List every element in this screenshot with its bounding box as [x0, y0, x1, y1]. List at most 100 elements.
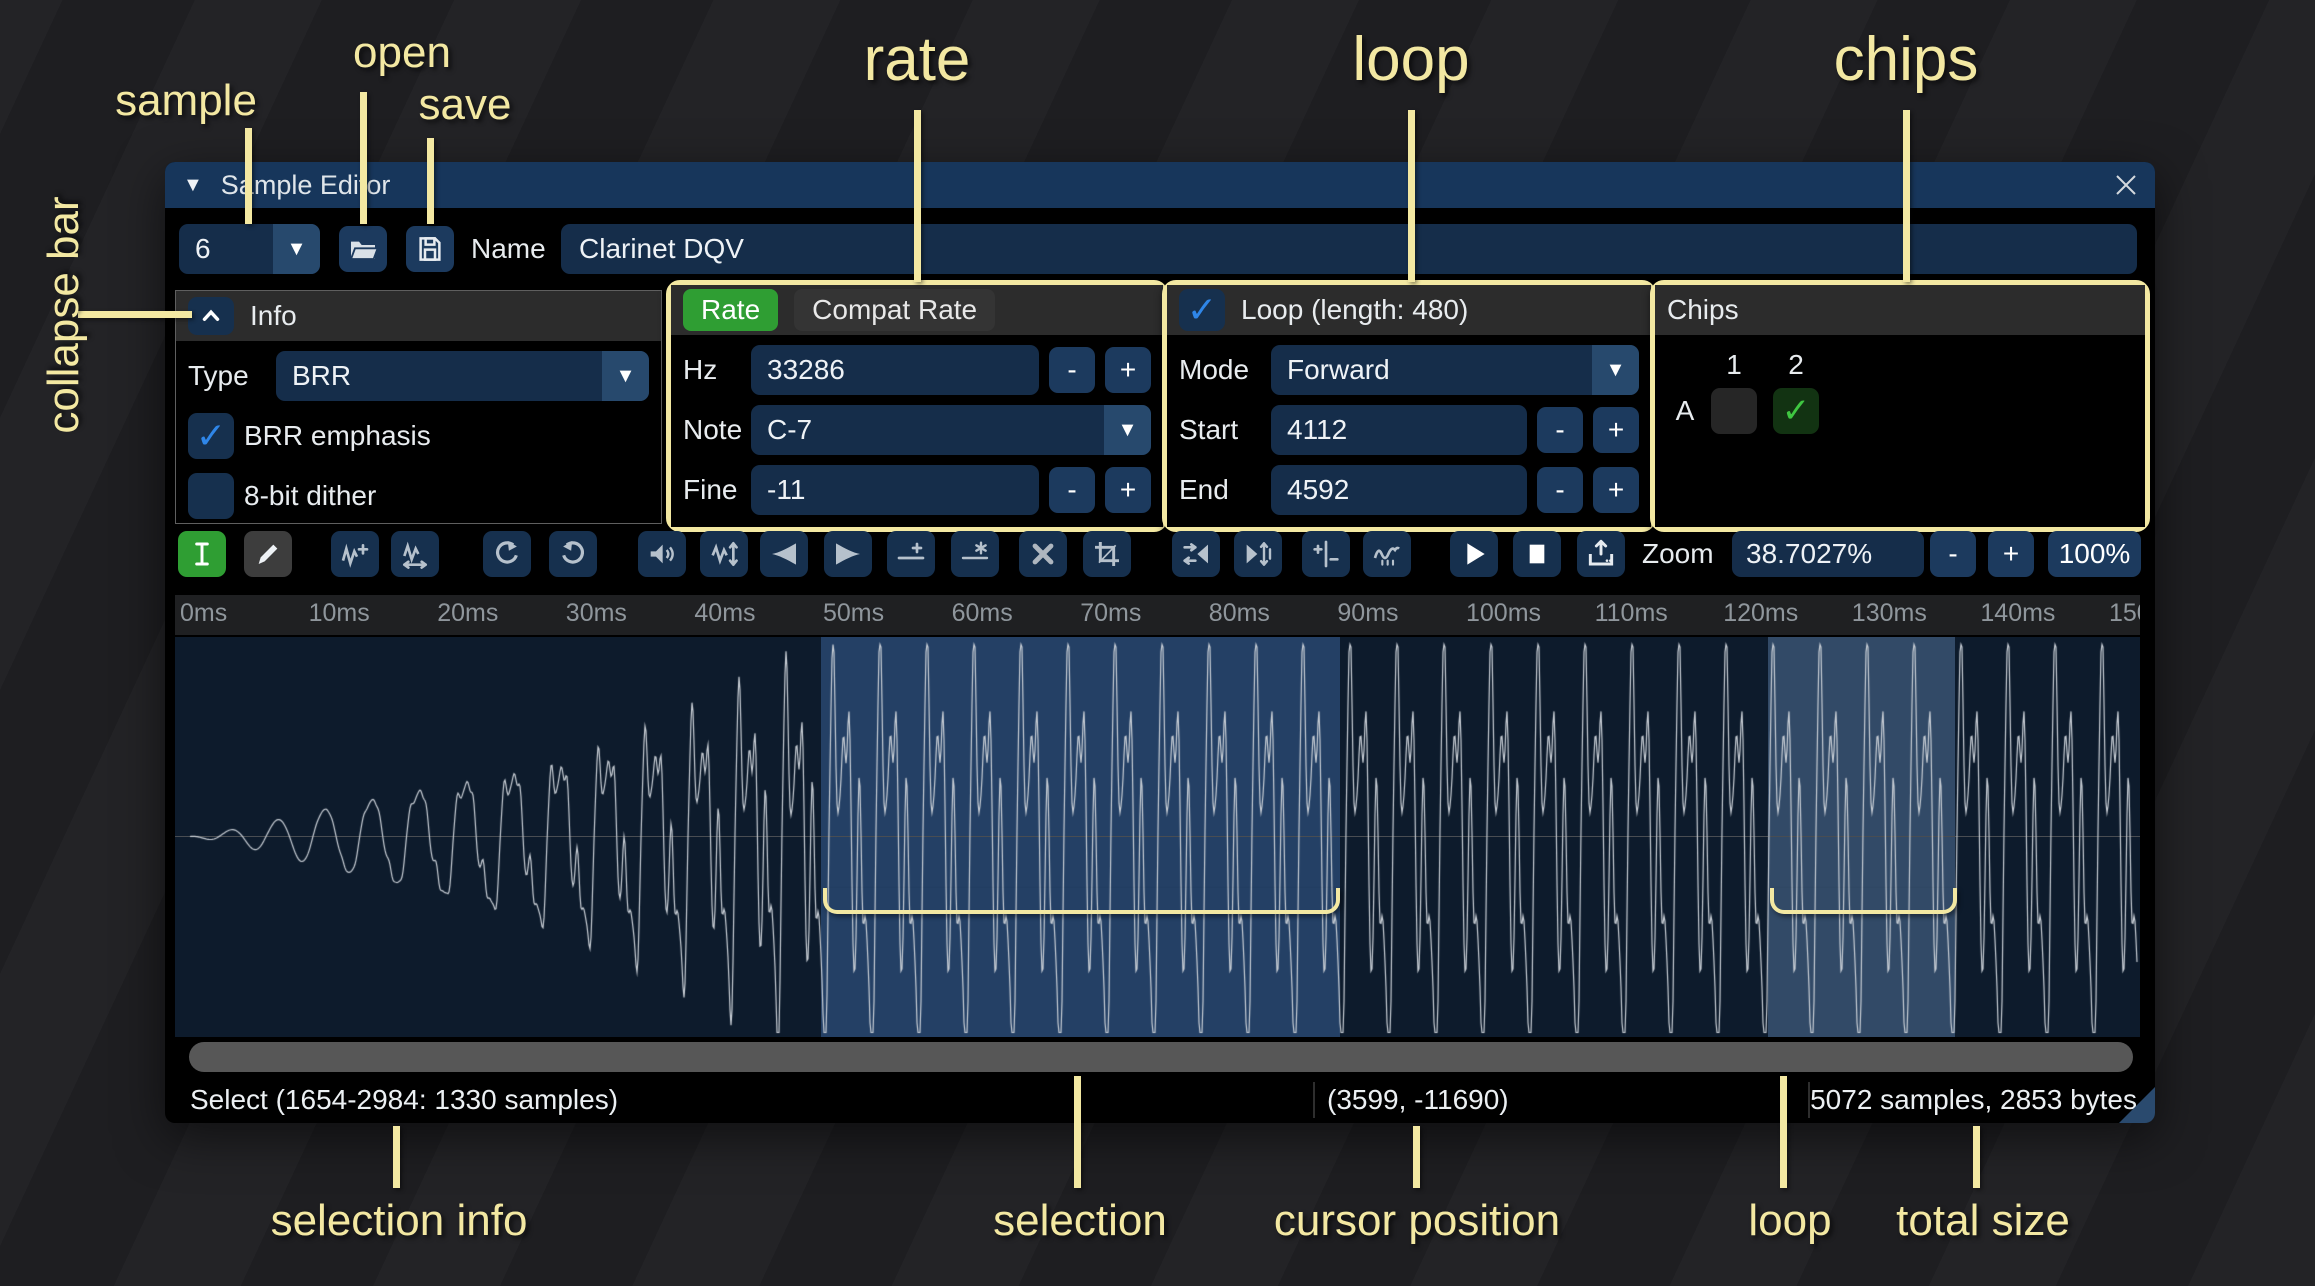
callout-line-cursor-position	[1413, 1126, 1420, 1188]
ruler-tick-label: 110ms	[1595, 599, 1668, 628]
zoom-value-input[interactable]: 38.7027%	[1732, 531, 1924, 577]
chevron-down-icon[interactable]: ▼	[273, 224, 320, 274]
loop-start-decrement-button[interactable]: -	[1537, 407, 1583, 453]
zoom-out-button[interactable]: -	[1930, 531, 1976, 577]
brr-emphasis-checkbox[interactable]: ✓	[188, 413, 234, 459]
ruler-tick-label: 20ms	[437, 599, 498, 628]
callout-line-save	[427, 138, 434, 224]
ruler-tick-label: 80ms	[1209, 599, 1270, 628]
tab-rate[interactable]: Rate	[683, 289, 778, 331]
undo-button[interactable]	[483, 531, 531, 577]
play-button[interactable]	[1450, 531, 1498, 577]
info-panel-title: Info	[250, 300, 297, 332]
dither-checkbox[interactable]	[188, 473, 234, 519]
resize-button[interactable]	[331, 531, 379, 577]
loop-end-decrement-button[interactable]: -	[1537, 467, 1583, 513]
chip-row-a: A	[1676, 395, 1695, 427]
fine-input[interactable]: -11	[751, 465, 1039, 515]
stop-button[interactable]	[1513, 531, 1561, 577]
hz-increment-button[interactable]: +	[1105, 347, 1151, 393]
insert-silence-button[interactable]	[887, 531, 935, 577]
fade-out-button[interactable]	[824, 531, 872, 577]
waveform-vertical-arrows-icon	[708, 538, 740, 570]
annotation-cursor-position: cursor position	[1274, 1196, 1560, 1246]
ruler-tick-label: 100ms	[1466, 599, 1541, 628]
chevron-down-icon: ▼	[1104, 405, 1151, 455]
check-icon: ✓	[1187, 292, 1217, 328]
cursor-position-text: (3599, -11690)	[1327, 1084, 1509, 1116]
zoom-in-button[interactable]: +	[1988, 531, 2034, 577]
loop-start-increment-button[interactable]: +	[1593, 407, 1639, 453]
signed-unsigned-button[interactable]	[1302, 531, 1350, 577]
annotation-loop: loop	[1352, 24, 1469, 95]
stop-icon	[1521, 538, 1553, 570]
annotation-save: save	[419, 80, 512, 130]
hz-input[interactable]: 33286	[751, 345, 1039, 395]
type-dropdown[interactable]: BRR ▼	[276, 351, 649, 401]
pencil-icon	[252, 538, 284, 570]
amplify-button[interactable]	[638, 531, 686, 577]
filter-curve-icon	[1371, 538, 1403, 570]
reverse-button[interactable]	[1172, 531, 1220, 577]
callout-line-sample	[245, 128, 252, 224]
sample-selector[interactable]: 6 ▼	[179, 224, 320, 274]
delete-button[interactable]	[1019, 531, 1067, 577]
note-dropdown[interactable]: C-7 ▼	[751, 405, 1151, 455]
apply-silence-button[interactable]	[951, 531, 999, 577]
upload-icon	[1585, 538, 1617, 570]
loop-mode-dropdown[interactable]: Forward ▼	[1271, 345, 1639, 395]
silence-plus-icon	[895, 538, 927, 570]
waveform-plus-icon	[339, 538, 371, 570]
annotation-selection-info: selection info	[271, 1196, 528, 1246]
ruler-tick-label: 90ms	[1337, 599, 1398, 628]
fine-increment-button[interactable]: +	[1105, 467, 1151, 513]
fade-in-button[interactable]	[760, 531, 808, 577]
select-mode-button[interactable]	[178, 531, 226, 577]
fade-in-icon	[768, 538, 800, 570]
resample-button[interactable]	[391, 531, 439, 577]
filter-button[interactable]	[1363, 531, 1411, 577]
mode-label: Mode	[1179, 354, 1261, 386]
annotation-total-size: total size	[1896, 1196, 2070, 1246]
close-button[interactable]	[2111, 170, 2141, 200]
ruler-tick-label: 0ms	[180, 599, 227, 628]
waveform-canvas[interactable]	[175, 637, 2140, 1037]
info-collapse-button[interactable]	[188, 297, 234, 335]
loop-end-input[interactable]: 4592	[1271, 465, 1527, 515]
zoom-reset-button[interactable]: 100%	[2048, 531, 2141, 577]
export-button[interactable]	[1577, 531, 1625, 577]
tab-compat-rate[interactable]: Compat Rate	[794, 289, 995, 331]
hz-decrement-button[interactable]: -	[1049, 347, 1095, 393]
draw-mode-button[interactable]	[244, 531, 292, 577]
loop-checkbox[interactable]: ✓	[1179, 289, 1225, 331]
open-sample-button[interactable]	[339, 226, 387, 272]
name-input[interactable]: Clarinet DQV	[561, 224, 2137, 274]
horizontal-scrollbar[interactable]	[189, 1042, 2133, 1072]
loop-start-input[interactable]: 4112	[1271, 405, 1527, 455]
chip-a2-checkbox[interactable]: ✓	[1773, 388, 1819, 434]
callout-line-selection-info	[393, 1126, 400, 1188]
screenshot-root: ▼ Sample Editor 6 ▼ N	[0, 0, 2315, 1286]
loop-end-increment-button[interactable]: +	[1593, 467, 1639, 513]
timeline-ruler[interactable]: 0ms10ms20ms30ms40ms50ms60ms70ms80ms90ms1…	[175, 595, 2140, 635]
waveform-view[interactable]	[175, 637, 2140, 1037]
loop-mode-value: Forward	[1271, 354, 1592, 386]
chip-a1-checkbox[interactable]	[1711, 388, 1757, 434]
resize-grip[interactable]	[2119, 1087, 2155, 1123]
annotation-sample: sample	[115, 76, 257, 126]
callout-line-rate	[914, 110, 921, 282]
waveform-stretch-icon	[399, 538, 431, 570]
titlebar[interactable]: ▼ Sample Editor	[165, 162, 2155, 208]
fine-decrement-button[interactable]: -	[1049, 467, 1095, 513]
window-collapse-icon[interactable]: ▼	[183, 174, 203, 197]
trim-button[interactable]	[1083, 531, 1131, 577]
invert-button[interactable]	[1234, 531, 1282, 577]
zoom-label: Zoom	[1642, 531, 1714, 577]
save-sample-button[interactable]	[406, 226, 454, 272]
normalize-button[interactable]	[700, 531, 748, 577]
info-panel: Info Type BRR ▼ ✓ BRR emphasis	[175, 290, 662, 524]
annotation-open: open	[353, 28, 451, 78]
chips-annotation-box: Chips 1 2 A ✓	[1650, 280, 2150, 532]
redo-button[interactable]	[549, 531, 597, 577]
status-bar: Select (1654-2984: 1330 samples) (3599, …	[165, 1078, 2155, 1123]
